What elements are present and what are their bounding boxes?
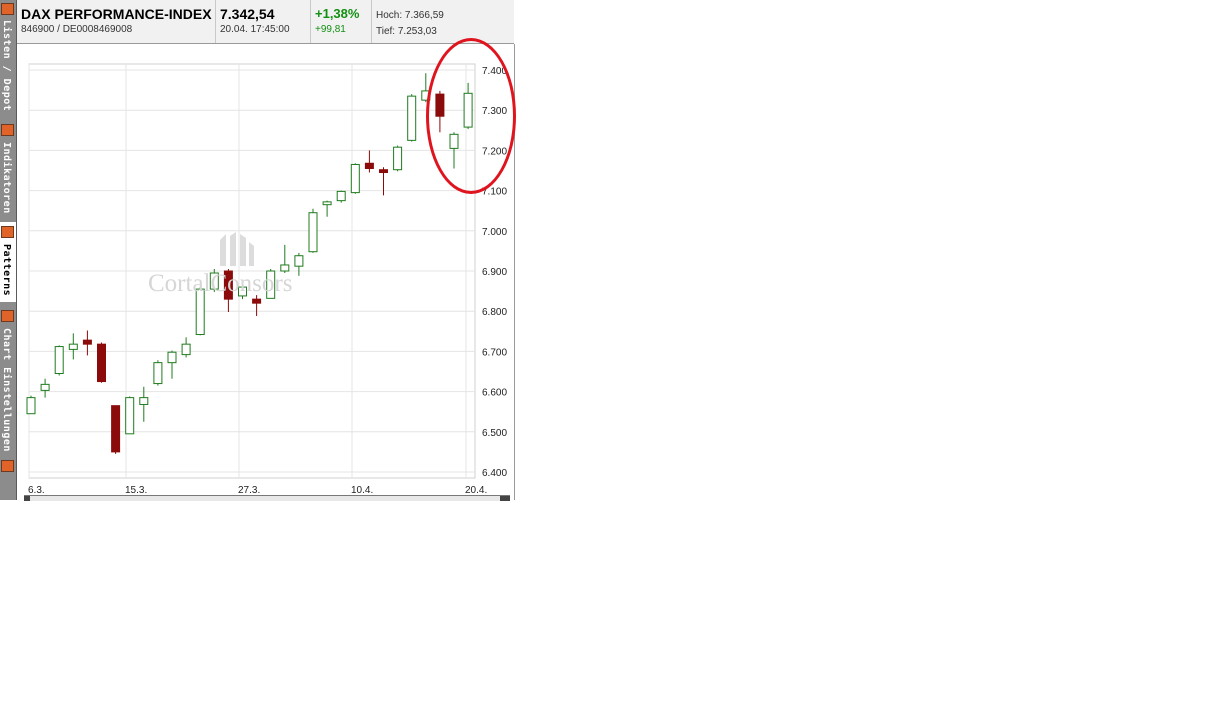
candle-up (350, 163, 360, 194)
price-cell: 7.342,54 20.04. 17:45:00 (216, 0, 311, 43)
sidebar-tab-listen-depot[interactable]: Listen / Depot (0, 0, 16, 118)
candle-down (364, 162, 374, 169)
y-tick-label: 6.900 (482, 267, 507, 278)
chart-scrollbar[interactable] (24, 495, 510, 501)
y-tick-label: 6.400 (482, 468, 507, 479)
y-tick-label: 6.700 (482, 347, 507, 358)
search-icon[interactable] (1, 460, 14, 472)
candle-down (82, 339, 92, 345)
candle-up (125, 397, 135, 435)
candle-down (379, 169, 388, 174)
range-cell: Hoch: 7.366,59 Tief: 7.253,03 (372, 0, 514, 43)
y-tick-label: 6.500 (482, 428, 507, 439)
quote-header: DAX PERFORMANCE-INDEX 846900 / DE0008469… (17, 0, 514, 44)
y-tick-label: 6.600 (482, 388, 507, 399)
list-icon (1, 3, 14, 15)
change-percent: +1,38% (315, 6, 360, 21)
settings-icon (1, 310, 14, 322)
candle-up (294, 255, 304, 267)
y-tick-label: 7.000 (482, 227, 507, 238)
indicator-icon (1, 124, 14, 136)
candle-up (68, 343, 78, 350)
candle-up (322, 201, 332, 206)
watermark-text: CortalConsors (148, 270, 293, 297)
x-tick-label: 27.3. (238, 485, 260, 494)
candle-up (167, 351, 177, 364)
candle-up (153, 362, 163, 385)
candle-down (252, 298, 262, 304)
sidebar-tab-indikatoren[interactable]: Indikatoren (0, 120, 16, 220)
sidebar-tab-label: Chart Einstellungen (1, 328, 12, 452)
x-tick-label: 10.4. (351, 485, 373, 494)
scroll-right-handle[interactable] (500, 496, 510, 501)
quote-timestamp: 20.04. 17:45:00 (220, 24, 290, 35)
candle-up (139, 397, 149, 405)
candle-up (336, 190, 346, 202)
sidebar-tab-label: Patterns (1, 244, 12, 297)
day-high: Hoch: 7.366,59 (376, 10, 444, 21)
instrument-cell: DAX PERFORMANCE-INDEX 846900 / DE0008469… (17, 0, 216, 43)
change-absolute: +99,81 (315, 24, 346, 35)
sidebar-tab-label: Indikatoren (1, 142, 12, 214)
sidebar-tab-patterns[interactable]: Patterns (0, 222, 16, 302)
change-cell: +1,38% +99,81 (311, 0, 372, 43)
candle-down (97, 343, 106, 383)
x-tick-label: 20.4. (465, 485, 487, 494)
sidebar: Listen / Depot Indikatoren Patterns Char… (0, 0, 17, 500)
highlight-circle (426, 38, 516, 194)
pattern-icon (1, 226, 14, 238)
candle-up (26, 397, 36, 415)
day-low: Tief: 7.253,03 (376, 26, 437, 37)
sidebar-tab-chart-einstellungen[interactable]: Chart Einstellungen (0, 306, 16, 454)
candle-down (111, 405, 121, 453)
candle-up (308, 212, 318, 253)
sidebar-tab-label: Listen / Depot (1, 20, 12, 112)
y-tick-label: 6.800 (482, 307, 507, 318)
x-tick-label: 6.3. (28, 485, 45, 494)
instrument-name: DAX PERFORMANCE-INDEX (21, 6, 212, 22)
candle-up (181, 343, 191, 356)
candle-up (407, 95, 417, 141)
watermark-logo-icon (220, 232, 254, 266)
candle-up (40, 383, 50, 391)
candle-up (54, 346, 64, 375)
candle-up (393, 146, 403, 171)
last-price: 7.342,54 (220, 6, 275, 22)
x-tick-label: 15.3. (125, 485, 147, 494)
instrument-ids: 846900 / DE0008469008 (21, 24, 133, 35)
scroll-left-handle[interactable] (24, 496, 30, 501)
